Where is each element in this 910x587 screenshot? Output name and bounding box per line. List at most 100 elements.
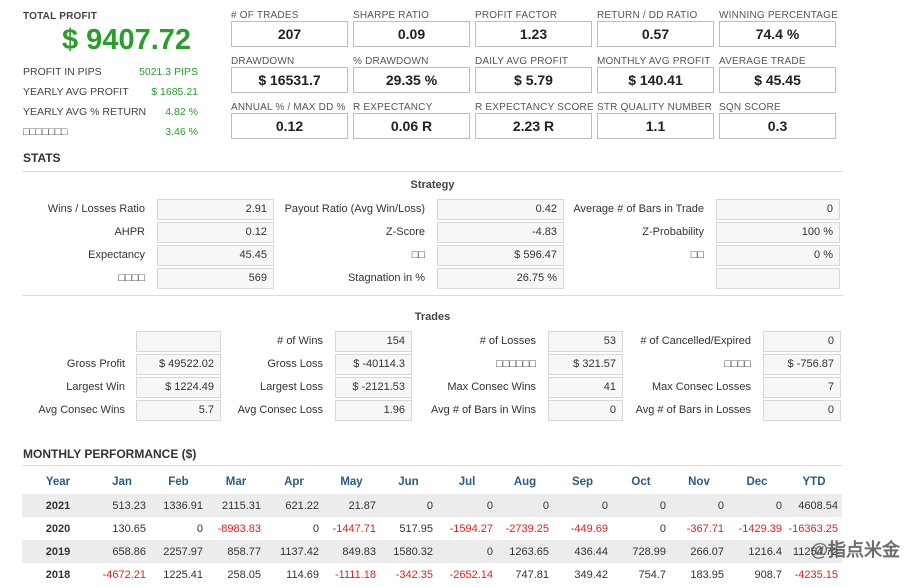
monthly-header-cell: May <box>323 469 380 494</box>
monthly-value-cell: -1429.39 <box>728 517 786 540</box>
trades-label: Max Consec Losses <box>651 381 751 393</box>
metric-label: R EXPECTANCY SCORE <box>475 102 594 113</box>
monthly-value-cell: -367.71 <box>670 517 728 540</box>
monthly-value-cell: 1137.42 <box>265 540 323 563</box>
monthly-header-cell: Oct <box>612 469 670 494</box>
strategy-label: Z-Score <box>385 226 425 238</box>
trades-label: Gross Profit <box>66 358 125 370</box>
monthly-value-cell: 908.7 <box>728 563 786 586</box>
monthly-value-cell: 0 <box>612 517 670 540</box>
monthly-value-cell: 130.65 <box>94 517 150 540</box>
strategy-label: Stagnation in % <box>347 272 425 284</box>
monthly-value-cell: 183.95 <box>670 563 728 586</box>
monthly-value-cell: -342.35 <box>380 563 437 586</box>
monthly-header-cell: Feb <box>150 469 207 494</box>
metric-value: 0.12 <box>231 113 348 139</box>
strategy-label: Payout Ratio (Avg Win/Loss) <box>284 203 425 215</box>
trades-label: Avg Consec Loss <box>237 404 323 416</box>
monthly-heading: MONTHLY PERFORMANCE ($) <box>23 447 197 461</box>
monthly-value-cell: 114.69 <box>265 563 323 586</box>
monthly-value-cell: -1594.27 <box>437 517 497 540</box>
metric-value: 1.23 <box>475 21 592 47</box>
metric-label: % DRAWDOWN <box>353 56 429 67</box>
metric-label: MONTHLY AVG PROFIT <box>597 56 711 67</box>
trades-value: $ -756.87 <box>763 354 841 375</box>
trades-label: Avg Consec Wins <box>38 404 125 416</box>
trades-label: Largest Win <box>66 381 125 393</box>
monthly-header-cell: Sep <box>553 469 612 494</box>
monthly-value-cell: 1580.32 <box>380 540 437 563</box>
monthly-value-cell: -1447.71 <box>323 517 380 540</box>
monthly-value-cell: 513.23 <box>94 494 150 517</box>
monthly-value-cell: 728.99 <box>612 540 670 563</box>
monthly-divider <box>22 465 843 466</box>
trades-label: # of Wins <box>277 335 323 347</box>
metric-value: 0.09 <box>353 21 470 47</box>
monthly-value-cell: 621.22 <box>265 494 323 517</box>
total-profit-value: $ 9407.72 <box>62 24 192 56</box>
metric-value: $ 45.45 <box>719 67 836 93</box>
metric-value: 2.23 R <box>475 113 592 139</box>
metric-value: 0.57 <box>597 21 714 47</box>
monthly-value-cell: 0 <box>612 494 670 517</box>
metric-label: RETURN / DD RATIO <box>597 10 698 21</box>
monthly-row: 2020 130.65 0 -8983.83 0 -1447.71 517.95 -1594.… <box>22 517 842 540</box>
total-profit-label: TOTAL PROFIT <box>23 11 98 22</box>
metric-value: 207 <box>231 21 348 47</box>
metric-value: 1.1 <box>597 113 714 139</box>
monthly-header-cell: Nov <box>670 469 728 494</box>
monthly-row: 2019 658.86 2257.97 858.77 1137.42 849.83 1580… <box>22 540 842 563</box>
strategy-value: 100 % <box>716 222 840 243</box>
monthly-value-cell: 4608.54 <box>786 494 842 517</box>
trades-label: Max Consec Wins <box>447 381 536 393</box>
strategy-label: Z-Probability <box>642 226 704 238</box>
stats-divider <box>22 171 843 172</box>
monthly-header-cell: Dec <box>728 469 786 494</box>
monthly-value-cell: 1225.41 <box>150 563 207 586</box>
stats-heading: STATS <box>23 151 61 165</box>
monthly-header-cell: Jun <box>380 469 437 494</box>
monthly-header-cell: Year <box>22 469 94 494</box>
monthly-value-cell: 0 <box>265 517 323 540</box>
metric-label: # OF TRADES <box>231 10 299 21</box>
monthly-value-cell: 849.83 <box>323 540 380 563</box>
trades-title: Trades <box>414 311 451 323</box>
monthly-value-cell: 0 <box>728 494 786 517</box>
metric-value: 74.4 % <box>719 21 836 47</box>
monthly-value-cell: -4235.15 <box>786 563 842 586</box>
strategy-title: Strategy <box>410 179 455 191</box>
metric-label: PROFIT FACTOR <box>475 10 558 21</box>
trades-label: # of Cancelled/Expired <box>640 335 751 347</box>
strategy-label: Average # of Bars in Trade <box>573 203 704 215</box>
trades-label: Largest Loss <box>260 381 323 393</box>
monthly-header-cell: Mar <box>207 469 265 494</box>
monthly-value-cell: 0 <box>380 494 437 517</box>
monthly-value-cell: 747.81 <box>497 563 553 586</box>
strategy-value: 0 <box>716 199 840 220</box>
trades-value: 0 <box>763 331 841 352</box>
monthly-value-cell: -1111.18 <box>323 563 380 586</box>
trades-label: # of Losses <box>479 335 536 347</box>
summary-value: 3.46 % <box>165 126 198 138</box>
monthly-value-cell: -8983.83 <box>207 517 265 540</box>
trades-label: Avg # of Bars in Wins <box>431 404 536 416</box>
metric-label: STR QUALITY NUMBER <box>597 102 713 113</box>
metric-label: ANNUAL % / MAX DD % <box>231 102 346 113</box>
monthly-header-cell: Jan <box>94 469 150 494</box>
monthly-value-cell: 0 <box>670 494 728 517</box>
strategy-label: □□ <box>690 249 704 261</box>
strategy-divider <box>22 295 843 296</box>
monthly-value-cell: -449.69 <box>553 517 612 540</box>
strategy-value: 0 % <box>716 245 840 266</box>
summary-value: 4.82 % <box>165 106 198 118</box>
monthly-value-cell: 2115.31 <box>207 494 265 517</box>
summary-value: $ 1685.21 <box>151 86 198 98</box>
monthly-value-cell: 517.95 <box>380 517 437 540</box>
metric-label: R EXPECTANCY <box>353 102 433 113</box>
monthly-value-cell: 1336.91 <box>150 494 207 517</box>
trades-value: 0 <box>763 400 841 421</box>
monthly-value-cell: 858.77 <box>207 540 265 563</box>
monthly-value-cell: 658.86 <box>94 540 150 563</box>
strategy-label: Expectancy <box>88 249 145 261</box>
monthly-header-row: Year Jan Feb Mar Apr May Jun Jul Aug Sep Oct Nov Dec… <box>22 469 842 494</box>
